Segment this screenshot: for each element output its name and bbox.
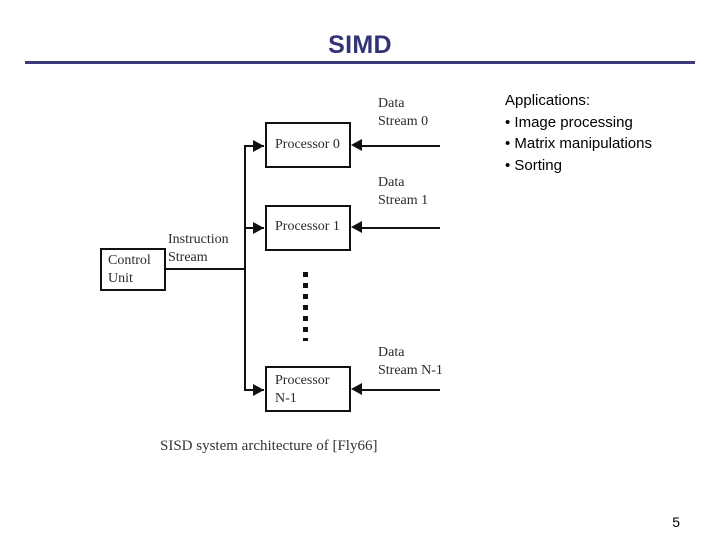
instruction-arrow-0-icon [253, 140, 264, 152]
data-stream-n-label: Data Stream N-1 [378, 345, 443, 378]
page-number: 5 [672, 514, 680, 530]
applications-item-image-processing: • Image processing [505, 113, 633, 131]
slide-canvas: SIMD Control Unit Instruction Stream Pro… [0, 0, 720, 540]
data-stream-0-label: Data Stream 0 [378, 96, 429, 129]
data-stream-1-line [360, 227, 440, 229]
processor-n-label: Processor N-1 [275, 373, 330, 406]
applications-heading: Applications: [505, 92, 591, 109]
processor-0-label: Processor 0 [275, 137, 340, 152]
data-stream-n-line [360, 389, 440, 391]
vertical-ellipsis-dot [303, 338, 308, 341]
data-stream-0-arrow-icon [351, 139, 362, 151]
vertical-ellipsis-dot [303, 294, 308, 299]
data-stream-1-arrow-icon [351, 221, 362, 233]
applications-item-sorting: • Sorting [505, 156, 562, 174]
vertical-ellipsis-dot [303, 272, 308, 277]
instruction-arrow-1-icon [253, 222, 264, 234]
vertical-ellipsis-dot [303, 305, 308, 310]
instruction-arrow-n-icon [253, 384, 264, 396]
vertical-ellipsis-dot [303, 327, 308, 332]
processor-1-label: Processor 1 [275, 219, 340, 234]
title-divider [25, 61, 695, 64]
figure-caption: SISD system architecture of [Fly66] [160, 438, 378, 454]
instruction-stream-line [166, 268, 245, 270]
vertical-ellipsis-dot [303, 316, 308, 321]
page-title: SIMD [328, 31, 392, 59]
instruction-stream-label: Instruction Stream [168, 232, 229, 265]
applications-textbox: Applications: • Image processing • Matri… [505, 90, 717, 176]
control-unit-label: Control Unit [108, 253, 151, 286]
data-stream-1-label: Data Stream 1 [378, 175, 429, 208]
instruction-bus-vertical [244, 145, 246, 391]
data-stream-0-line [360, 145, 440, 147]
data-stream-n-arrow-icon [351, 383, 362, 395]
applications-item-matrix-manipulations: • Matrix manipulations [505, 135, 652, 152]
vertical-ellipsis-dot [303, 283, 308, 288]
